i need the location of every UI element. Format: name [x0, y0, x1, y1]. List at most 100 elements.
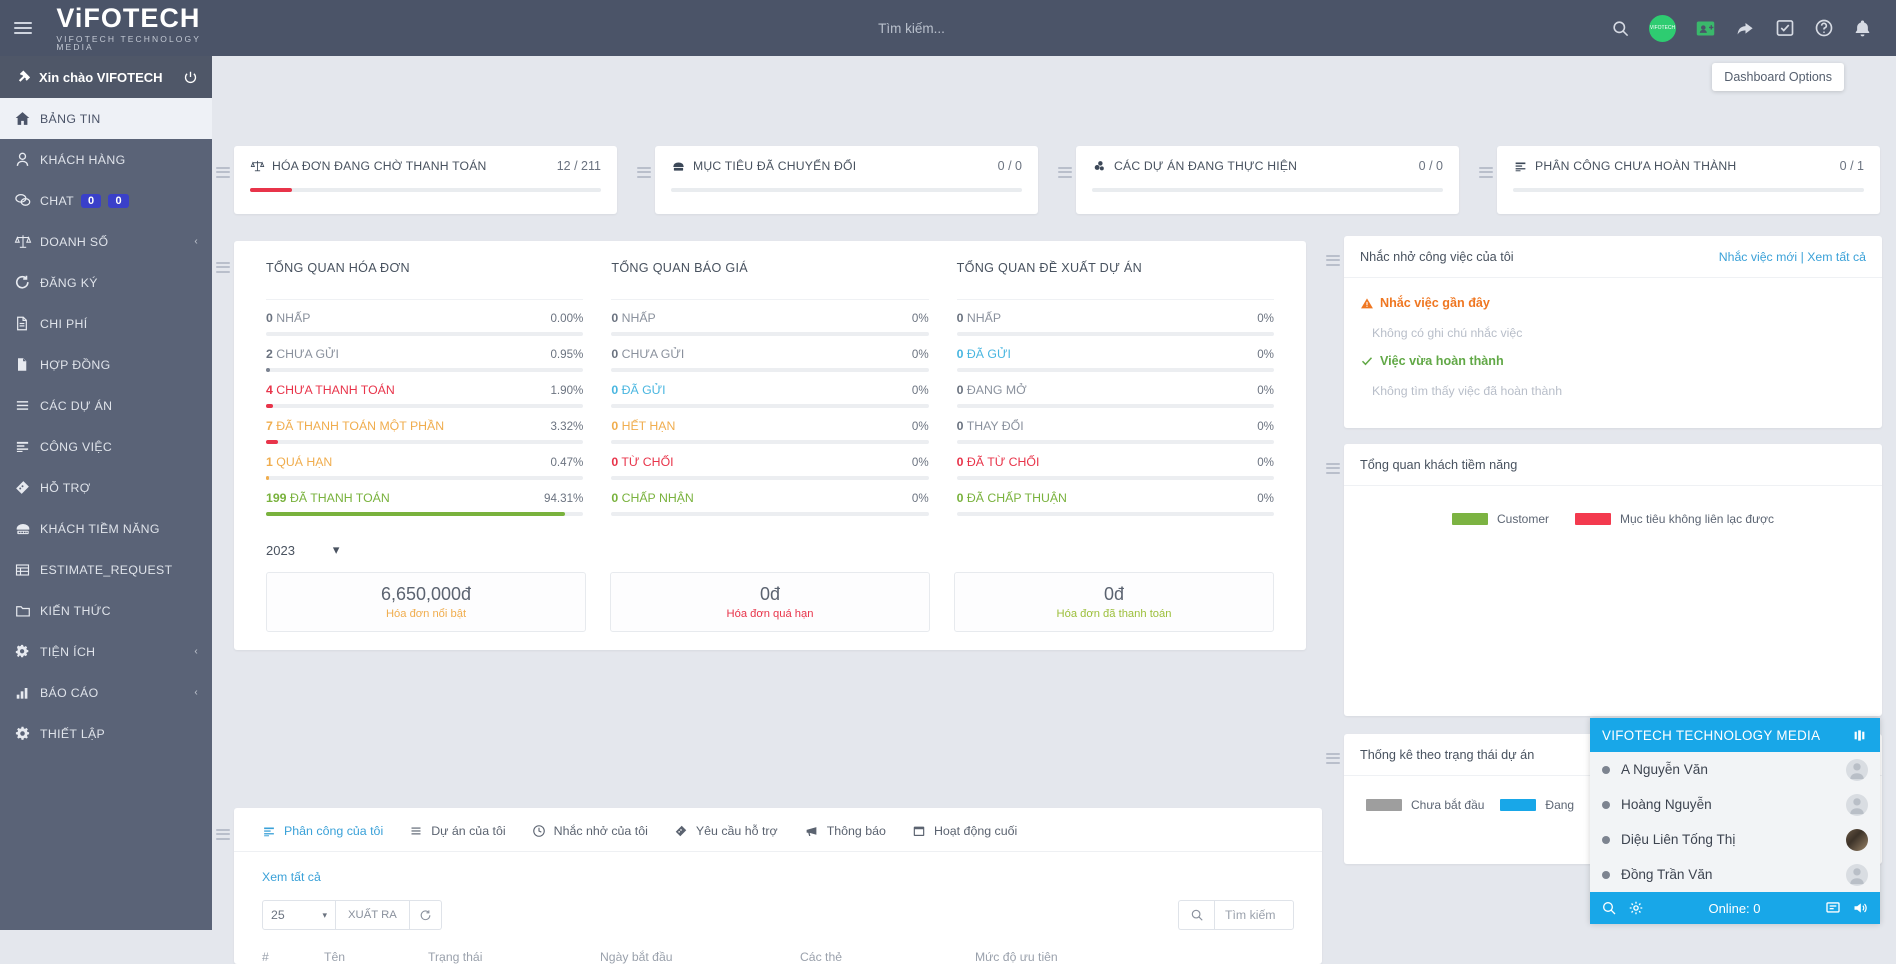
chat-contact-item[interactable]: Diệu Liên Tống Thị — [1590, 822, 1880, 857]
table-search[interactable]: Tìm kiếm — [1178, 900, 1294, 930]
home-icon — [14, 110, 40, 127]
sidebar-item-chi-phi[interactable]: CHI PHÍ — [0, 303, 212, 344]
leads-widget-title: Tổng quan khách tiềm năng — [1360, 457, 1518, 472]
search-icon[interactable] — [1611, 19, 1630, 38]
row-label: HẾT HẠN — [621, 419, 676, 433]
sidebar-item-khach-tiem-nang[interactable]: KHÁCH TIỀM NĂNG — [0, 508, 212, 549]
tab-thong-bao[interactable]: Thông báo — [804, 824, 886, 851]
chat-contact-item[interactable]: Đồng Trần Văn — [1590, 857, 1880, 892]
table-header-cell[interactable]: Ngày bắt đầu — [600, 950, 800, 964]
logout-icon[interactable] — [183, 70, 198, 85]
table-header-cell[interactable]: # — [262, 950, 324, 964]
stat-card-projects-in-progress[interactable]: CÁC DỰ ÁN ĐANG THỰC HIỆN 0 / 0 — [1076, 146, 1459, 214]
sidebar-item-cac-du-an[interactable]: CÁC DỰ ÁN — [0, 385, 212, 426]
drag-handle[interactable] — [1475, 146, 1497, 180]
row-pct: 0% — [1257, 456, 1274, 469]
logo[interactable]: ViFOTECH VIFOTECH TECHNOLOGY MEDIA — [56, 4, 212, 52]
row-count: 0 — [956, 347, 964, 361]
calendar-icon — [912, 824, 926, 838]
sidebar-item-khach-hang[interactable]: KHÁCH HÀNG — [0, 139, 212, 180]
tab-du-an-cua-toi[interactable]: Dự án của tôi — [409, 824, 506, 851]
drag-handle[interactable] — [212, 146, 234, 180]
tab-yeu-cau-ho-tro[interactable]: Yêu cầu hỗ trợ — [674, 824, 778, 851]
table-header-cell[interactable]: Các thẻ — [800, 950, 975, 964]
legend-item[interactable]: Chưa bắt đầu — [1366, 798, 1484, 812]
global-search[interactable]: Tìm kiếm... — [212, 21, 1611, 36]
chat-contact-item[interactable]: Hoàng Nguyễn — [1590, 787, 1880, 822]
refresh-icon[interactable] — [409, 900, 442, 930]
view-all-link[interactable]: Xem tất cả — [234, 852, 1322, 884]
avatar[interactable]: VIFOTECH — [1649, 14, 1676, 42]
stat-card-unfinished-assignments[interactable]: PHÂN CÔNG CHƯA HOÀN THÀNH 0 / 1 — [1497, 146, 1880, 214]
drag-handle[interactable] — [1322, 236, 1344, 428]
drag-handle[interactable] — [212, 241, 234, 650]
table-header-cell[interactable]: Trạng thái — [428, 950, 600, 964]
page-size-select[interactable]: 25 ▾ — [262, 900, 336, 930]
status-dot — [1602, 870, 1610, 879]
overview-row: 0 THAY ĐỔI 0% — [956, 408, 1274, 444]
notifications-bell-icon[interactable] — [1853, 18, 1872, 38]
row-pct: 0.47% — [550, 456, 584, 469]
drag-handle[interactable] — [212, 808, 234, 964]
tab-nhac-nho-cua-toi[interactable]: Nhắc nhở của tôi — [532, 824, 648, 851]
sidebar-item-tien-ich[interactable]: TIỆN ÍCH ‹ — [0, 631, 212, 672]
drag-handle[interactable] — [633, 146, 655, 180]
tab-hoat-dong-cuoi[interactable]: Hoạt động cuối — [912, 824, 1017, 851]
stat-card-invoices-awaiting-payment[interactable]: HÓA ĐƠN ĐANG CHỜ THANH TOÁN 12 / 211 — [234, 146, 617, 214]
stat-cards-row: HÓA ĐƠN ĐANG CHỜ THANH TOÁN 12 / 211 MỤC… — [212, 146, 1896, 214]
search-icon[interactable] — [1601, 900, 1617, 916]
sidebar-item-dang-ky[interactable]: ĐĂNG KÝ — [0, 262, 212, 303]
help-icon[interactable] — [1814, 18, 1834, 38]
overview-column-quotes: TỔNG QUAN BÁO GIÁ 0 NHẤP 0% 0 CHƯA GỬI 0% … — [597, 261, 942, 516]
stat-card-converted-leads[interactable]: MỤC TIÊU ĐÃ CHUYỂN ĐỔI 0 / 0 — [655, 146, 1038, 214]
sidebar-item-cong-viec[interactable]: CÔNG VIỆC — [0, 426, 212, 467]
tab-label: Thông báo — [826, 824, 886, 838]
sidebar-item-thiet-lap[interactable]: THIẾT LẬP — [0, 713, 212, 754]
collapse-icon[interactable] — [1851, 729, 1868, 742]
gear-icon[interactable] — [1628, 900, 1644, 916]
legend-item[interactable]: Đang — [1500, 798, 1574, 812]
export-button[interactable]: XUẤT RA — [336, 900, 410, 930]
sidebar-item-chat[interactable]: CHAT 0 0 — [0, 180, 212, 221]
overview-row: 4 CHƯA THANH TOÁN 1.90% — [266, 372, 584, 408]
new-contact-icon[interactable] — [1695, 18, 1716, 39]
chat-contact-item[interactable]: A Nguyễn Văn — [1590, 752, 1880, 787]
sidebar-item-bang-tin[interactable]: BẢNG TIN — [0, 98, 212, 139]
done-tasks-title: Việc vừa hoàn thành — [1380, 354, 1504, 368]
year-select[interactable]: 2023 ▾ — [266, 542, 339, 558]
table-header-cell[interactable]: Tên — [324, 950, 428, 964]
sidebar-item-hop-dong[interactable]: HỢP ĐỒNG — [0, 344, 212, 385]
share-icon[interactable] — [1735, 19, 1756, 38]
overview-row: 199 ĐÃ THANH TOÁN 94.31% — [266, 480, 584, 516]
greeting-bar: Xin chào VIFOTECH — [0, 56, 212, 98]
drag-handle[interactable] — [1322, 444, 1344, 716]
sidebar-item-doanh-so[interactable]: DOANH SỐ ‹ — [0, 221, 212, 262]
row-pct: 0% — [911, 312, 929, 325]
table-search-input[interactable]: Tìm kiếm — [1214, 900, 1294, 930]
view-all-reminders-link[interactable]: Xem tất cả — [1807, 250, 1866, 264]
table-header-cell[interactable]: Mức độ ưu tiên — [975, 950, 1058, 964]
sidebar-item-ho-tro[interactable]: HỖ TRỢ — [0, 467, 212, 508]
new-reminder-link[interactable]: Nhắc việc mới — [1719, 250, 1797, 264]
messages-icon[interactable] — [1825, 900, 1841, 916]
tasks-icon[interactable] — [1775, 18, 1795, 38]
sidebar-item-label: THIẾT LẬP — [40, 726, 106, 741]
leads-icon — [671, 160, 686, 173]
overview-row: 0 HẾT HẠN 0% — [611, 408, 929, 444]
legend-item[interactable]: Customer — [1452, 512, 1549, 526]
drag-handle[interactable] — [1322, 734, 1344, 864]
chat-widget-header[interactable]: VIFOTECH TECHNOLOGY MEDIA — [1590, 718, 1880, 752]
legend-item[interactable]: Mục tiêu không liên lạc được — [1575, 512, 1774, 526]
drag-handle[interactable] — [1054, 146, 1076, 180]
money-box-overdue: 0đ Hóa đơn quá hạn — [610, 572, 930, 632]
sidebar-item-kien-thuc[interactable]: KIẾN THỨC — [0, 590, 212, 631]
search-input[interactable]: Tìm kiếm... — [878, 21, 945, 36]
sidebar-item-bao-cao[interactable]: BÁO CÁO ‹ — [0, 672, 212, 713]
sidebar-item-label: HỢP ĐỒNG — [40, 357, 111, 372]
sound-icon[interactable] — [1852, 900, 1869, 916]
tab-phan-cong-cua-toi[interactable]: Phân công của tôi — [262, 824, 383, 851]
sidebar-item-estimate-request[interactable]: ESTIMATE_REQUEST — [0, 549, 212, 590]
overview-row: 0 ĐANG MỞ 0% — [956, 372, 1274, 408]
sidebar-toggle-icon[interactable] — [14, 19, 33, 37]
legend-label: Chưa bắt đầu — [1411, 798, 1485, 812]
